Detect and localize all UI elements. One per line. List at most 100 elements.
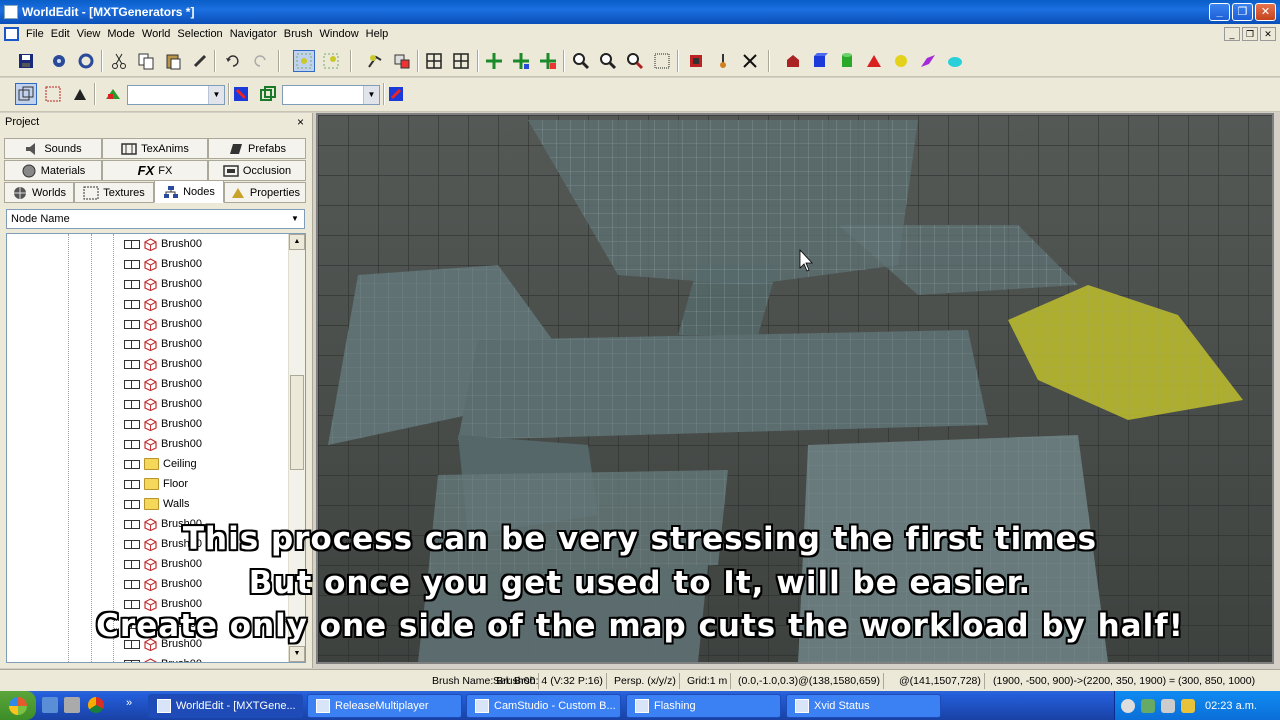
quicklaunch-app-icon[interactable] (64, 697, 80, 713)
visibility-toggle-icon[interactable] (124, 419, 140, 429)
tree-node[interactable]: Brush00 (124, 254, 202, 274)
select-face-icon[interactable] (320, 50, 342, 72)
tree-node[interactable]: Ceiling (124, 454, 197, 474)
project-close-button[interactable]: × (297, 115, 304, 129)
view-mode-dropdown[interactable]: ▼ (127, 85, 225, 105)
object-view-icon[interactable] (69, 83, 91, 105)
wireframe-view-icon[interactable] (15, 83, 37, 105)
visibility-toggle-icon[interactable] (124, 659, 140, 662)
delete-icon[interactable] (739, 50, 761, 72)
visibility-toggle-icon[interactable] (124, 279, 140, 289)
visibility-toggle-icon[interactable] (124, 299, 140, 309)
tree-node[interactable]: Brush00 (124, 394, 202, 414)
grid-quad-icon[interactable] (450, 50, 472, 72)
tree-node[interactable]: Brush00 (124, 374, 202, 394)
rotate-view-icon[interactable] (48, 50, 70, 72)
show-desktop-icon[interactable] (42, 697, 58, 713)
material-dropdown[interactable]: ▼ (282, 85, 380, 105)
mdi-minimize-button[interactable]: _ (1224, 27, 1240, 41)
save-icon[interactable] (15, 50, 37, 72)
tab-prefabs[interactable]: Prefabs (208, 138, 306, 159)
menu-edit[interactable]: Edit (51, 28, 77, 40)
visibility-toggle-icon[interactable] (124, 359, 140, 369)
quicklaunch-more-icon[interactable]: » (126, 697, 132, 709)
cut-icon[interactable] (108, 50, 130, 72)
visibility-toggle-icon[interactable] (124, 479, 140, 489)
tab-textures[interactable]: Textures (74, 182, 154, 203)
tray-network-icon[interactable] (1161, 698, 1175, 713)
chrome-icon[interactable] (88, 697, 104, 713)
scroll-up-icon[interactable]: ▲ (289, 234, 305, 250)
sphere-primitive-icon[interactable] (890, 50, 912, 72)
visibility-toggle-icon[interactable] (124, 239, 140, 249)
paste-icon[interactable] (162, 50, 184, 72)
tree-node[interactable]: Brush00 (124, 414, 202, 434)
material-pick-icon[interactable] (257, 83, 279, 105)
light-icon[interactable] (712, 50, 734, 72)
tab-properties[interactable]: Properties (224, 182, 306, 203)
menu-window[interactable]: Window (320, 28, 366, 40)
arch-primitive-icon[interactable] (782, 50, 804, 72)
select-mode-icon[interactable] (293, 50, 315, 72)
move-z-icon[interactable] (537, 50, 559, 72)
brush-tool-icon[interactable] (189, 50, 211, 72)
move-x-icon[interactable] (483, 50, 505, 72)
refresh-icon[interactable] (75, 50, 97, 72)
entity-tool-icon[interactable] (364, 50, 386, 72)
grid-single-icon[interactable] (423, 50, 445, 72)
tree-node[interactable]: Walls (124, 494, 189, 514)
tab-worlds[interactable]: Worlds (4, 182, 74, 203)
tree-node[interactable]: Brush00 (124, 334, 202, 354)
menu-brush[interactable]: Brush (284, 28, 320, 40)
start-button[interactable] (0, 691, 36, 720)
undo-icon[interactable] (222, 50, 244, 72)
menu-world[interactable]: World (142, 28, 178, 40)
prefab-icon[interactable] (385, 83, 407, 105)
cone-primitive-icon[interactable] (863, 50, 885, 72)
close-button[interactable]: ✕ (1255, 3, 1276, 21)
tree-node[interactable]: Brush00 (124, 654, 202, 662)
cube-primitive-icon[interactable] (809, 50, 831, 72)
texture-lock-icon[interactable] (651, 50, 673, 72)
restore-button[interactable]: ❐ (1232, 3, 1253, 21)
task-camstudio[interactable]: CamStudio - Custom B... (466, 694, 621, 718)
tree-node[interactable]: Brush00 (124, 274, 202, 294)
visibility-toggle-icon[interactable] (124, 259, 140, 269)
visibility-toggle-icon[interactable] (124, 459, 140, 469)
menu-view[interactable]: View (77, 28, 108, 40)
menu-help[interactable]: Help (366, 28, 396, 40)
tray-shield-icon[interactable] (1141, 698, 1155, 713)
task-releasemultiplayer[interactable]: ReleaseMultiplayer (307, 694, 462, 718)
tab-sounds[interactable]: Sounds (4, 138, 102, 159)
staircase-primitive-icon[interactable] (917, 50, 939, 72)
visibility-toggle-icon[interactable] (124, 499, 140, 509)
visibility-toggle-icon[interactable] (124, 339, 140, 349)
scroll-thumb[interactable] (290, 375, 304, 470)
tab-texanims[interactable]: TexAnims (102, 138, 208, 159)
tree-node[interactable]: Brush00 (124, 234, 202, 254)
task-worldedit[interactable]: WorldEdit - [MXTGene... (148, 694, 303, 718)
tab-nodes[interactable]: Nodes (154, 180, 224, 203)
mdi-close-button[interactable]: ✕ (1260, 27, 1276, 41)
material-apply-icon[interactable] (230, 83, 252, 105)
tree-node[interactable]: Brush00 (124, 314, 202, 334)
move-y-icon[interactable] (510, 50, 532, 72)
visibility-toggle-icon[interactable] (124, 399, 140, 409)
redo-icon[interactable] (249, 50, 271, 72)
visibility-toggle-icon[interactable] (124, 379, 140, 389)
stairs-icon[interactable] (685, 50, 707, 72)
cylinder-primitive-icon[interactable] (836, 50, 858, 72)
tree-node[interactable]: Floor (124, 474, 188, 494)
tree-node[interactable]: Brush00 (124, 294, 202, 314)
menu-mode[interactable]: Mode (107, 28, 142, 40)
tray-back-icon[interactable] (1121, 698, 1135, 713)
visibility-toggle-icon[interactable] (124, 319, 140, 329)
menu-navigator[interactable]: Navigator (230, 28, 284, 40)
minimize-button[interactable]: _ (1209, 3, 1230, 21)
tab-materials[interactable]: Materials (4, 160, 102, 181)
tab-occlusion[interactable]: Occlusion (208, 160, 306, 181)
task-flashing[interactable]: Flashing (626, 694, 781, 718)
tree-node[interactable]: Brush00 (124, 434, 202, 454)
zoom-out-icon[interactable] (624, 50, 646, 72)
clip-tool-icon[interactable] (391, 50, 413, 72)
